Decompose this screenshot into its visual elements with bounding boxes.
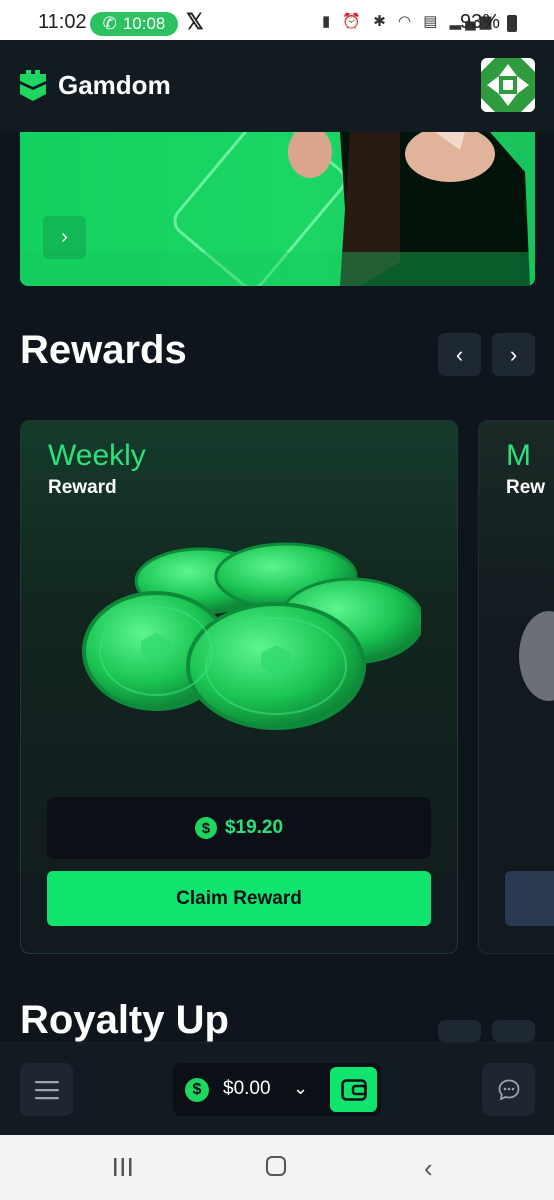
- rewards-title: Rewards: [20, 328, 187, 372]
- banner-next-button[interactable]: ›: [43, 216, 86, 259]
- dollar-icon: $: [185, 1078, 209, 1102]
- wallet-icon: [340, 1078, 367, 1101]
- silver-coin-illustration: [519, 611, 554, 701]
- royalty-prev-button[interactable]: [438, 1020, 481, 1042]
- reward-amount: $ $19.20: [47, 797, 431, 859]
- gamdom-logo-icon[interactable]: [18, 68, 48, 102]
- phone-icon: ✆: [102, 14, 117, 33]
- reward-card-title: Weekly: [48, 439, 146, 472]
- chat-icon: [498, 1079, 519, 1101]
- brand-name[interactable]: Gamdom: [58, 70, 171, 101]
- home-icon[interactable]: [266, 1156, 286, 1176]
- chat-button[interactable]: [482, 1063, 535, 1116]
- bottom-app-bar: $ $0.00 ⌄: [0, 1042, 554, 1136]
- reward-card-subtitle: Reward: [48, 477, 117, 498]
- next-reward-card[interactable]: M Rew: [478, 420, 554, 954]
- claim-reward-button[interactable]: Claim Reward: [47, 871, 431, 926]
- call-indicator[interactable]: ✆ 10:08: [90, 12, 178, 36]
- app-header: Gamdom: [0, 40, 554, 132]
- status-time: 11:02: [38, 11, 87, 33]
- next-card-button[interactable]: [505, 871, 554, 926]
- balance-selector[interactable]: $ $0.00 ⌄: [173, 1063, 381, 1116]
- coins-illustration: [82, 542, 421, 730]
- menu-button[interactable]: [20, 1063, 73, 1116]
- royalty-title: Royalty Up: [20, 998, 229, 1042]
- status-bar: 11:02 ✆ 10:08 𝕏 ▮ ⏰ ✱ ◠ ▤ ▂▄▆ 93%: [0, 0, 554, 40]
- balance-value: $0.00: [223, 1078, 271, 1099]
- reward-amount-value: $19.20: [224, 817, 284, 838]
- weekly-reward-card: Weekly Reward $ $19.20 Claim Reward: [20, 420, 458, 954]
- call-timer: 10:08: [122, 14, 166, 33]
- x-app-icon: 𝕏: [186, 9, 204, 34]
- rewards-next-button[interactable]: ›: [492, 333, 535, 376]
- dollar-icon: $: [194, 817, 217, 839]
- hamburger-icon: [34, 1080, 59, 1099]
- rewards-prev-button[interactable]: ‹: [438, 333, 481, 376]
- avatar[interactable]: [481, 58, 535, 112]
- royalty-next-button[interactable]: [492, 1020, 535, 1042]
- battery-percent: 93%: [460, 11, 501, 33]
- wallet-button[interactable]: [330, 1067, 377, 1112]
- recent-apps-icon[interactable]: [113, 1157, 133, 1177]
- reward-card-subtitle: Rew: [506, 477, 546, 498]
- banner-graphic: [20, 132, 535, 286]
- battery-icon: [507, 15, 517, 32]
- chevron-down-icon[interactable]: ⌄: [293, 1078, 308, 1099]
- back-icon[interactable]: ‹: [424, 1153, 433, 1184]
- reward-card-title: M: [506, 439, 531, 472]
- system-nav-bar: ‹: [0, 1135, 554, 1200]
- promo-banner[interactable]: ›: [20, 132, 535, 286]
